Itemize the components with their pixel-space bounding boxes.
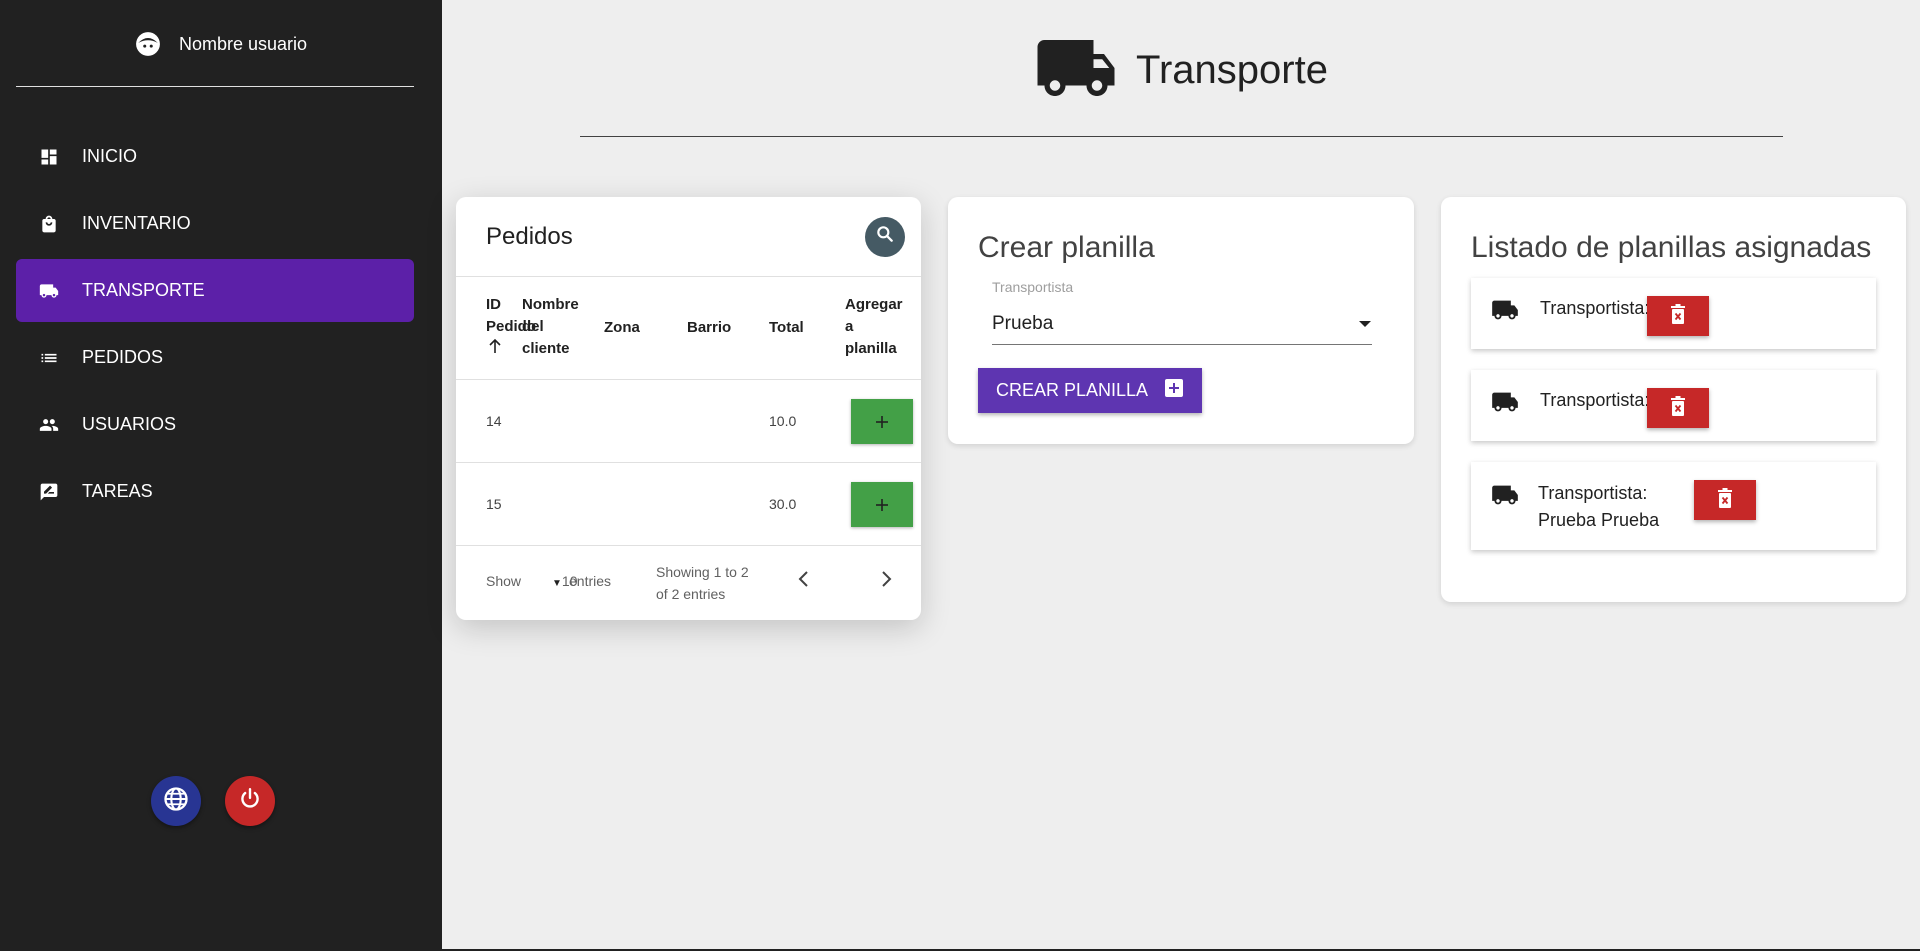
planilla-label: Transportista: xyxy=(1540,298,1650,318)
previous-page-button[interactable] xyxy=(798,570,810,591)
add-to-planilla-button[interactable] xyxy=(851,399,913,444)
crear-planilla-button-label: CREAR PLANILLA xyxy=(995,380,1149,400)
shopping-bag-icon xyxy=(38,213,60,235)
sidebar-item-tareas[interactable]: TAREAS xyxy=(16,460,414,523)
logout-button[interactable] xyxy=(225,776,275,826)
face-icon xyxy=(135,31,161,57)
page-title: Transporte xyxy=(1136,47,1328,92)
table-row: 14 10.0 xyxy=(456,380,921,463)
table-row: 15 30.0 xyxy=(456,463,921,546)
transportista-label: Transportista xyxy=(992,279,1074,295)
crear-planilla-button[interactable]: CREAR PLANILLA xyxy=(978,368,1202,413)
caret-down-icon xyxy=(1358,313,1372,335)
column-zona[interactable]: Zona xyxy=(604,317,640,339)
sidebar-item-label: PEDIDOS xyxy=(82,347,164,367)
add-box-icon xyxy=(1164,378,1184,403)
trash-icon xyxy=(1670,303,1686,329)
plus-icon xyxy=(875,492,889,518)
next-page-button[interactable] xyxy=(880,570,892,591)
truck-icon xyxy=(1491,484,1519,511)
delete-planilla-button[interactable] xyxy=(1647,296,1709,336)
search-button[interactable] xyxy=(865,216,905,257)
search-icon xyxy=(875,224,895,249)
crear-planilla-card: Crear planilla Transportista Prueba CREA… xyxy=(948,197,1414,444)
truck-icon xyxy=(1491,391,1519,418)
show-label: Show xyxy=(486,573,522,589)
trash-icon xyxy=(1670,395,1686,421)
users-icon xyxy=(38,414,60,436)
sidebar-item-label: TRANSPORTE xyxy=(82,280,205,300)
column-agregar[interactable]: Agregar a planilla xyxy=(845,294,903,360)
caret-down-icon: ▼ xyxy=(552,578,562,589)
planilla-item: Transportista: xyxy=(1471,370,1876,441)
pedidos-card: Pedidos ID Pedido Nombre del cliente Zon… xyxy=(456,197,921,620)
pedidos-title: Pedidos xyxy=(486,222,573,250)
delete-planilla-button[interactable] xyxy=(1694,480,1756,520)
sidebar-item-label: INVENTARIO xyxy=(82,213,191,233)
sidebar-item-label: USUARIOS xyxy=(82,414,177,434)
list-icon xyxy=(38,347,60,369)
globe-icon xyxy=(162,785,190,818)
chevron-right-icon xyxy=(880,571,892,591)
listado-title: Listado de planillas asignadas xyxy=(1471,231,1872,264)
chevron-left-icon xyxy=(798,571,810,591)
truck-icon xyxy=(38,280,60,302)
user-name: Nombre usuario xyxy=(178,33,308,54)
listado-planillas-card: Listado de planillas asignadas Transport… xyxy=(1441,197,1906,602)
transportista-select[interactable]: Prueba xyxy=(992,303,1372,345)
table-header: ID Pedido Nombre del cliente Zona Barrio… xyxy=(456,277,921,380)
planilla-label: Transportista: Prueba Prueba xyxy=(1538,483,1660,530)
pedidos-header: Pedidos xyxy=(456,197,921,277)
planilla-item: Transportista: Prueba Prueba xyxy=(1471,462,1876,550)
cell-total: 30.0 xyxy=(769,496,797,512)
dashboard-icon xyxy=(38,146,60,168)
crear-planilla-title: Crear planilla xyxy=(978,231,1155,264)
sidebar-item-inventario[interactable]: INVENTARIO xyxy=(16,192,414,255)
sidebar-footer xyxy=(151,776,275,826)
power-icon xyxy=(237,786,263,817)
language-button[interactable] xyxy=(151,776,201,826)
sidebar-item-usuarios[interactable]: USUARIOS xyxy=(16,393,414,456)
transportista-value: Prueba xyxy=(992,312,1054,334)
sidebar: Nombre usuario INICIO INVENTARIO TRANSPO… xyxy=(0,0,442,951)
add-to-planilla-button[interactable] xyxy=(851,482,913,527)
cell-id: 14 xyxy=(486,413,502,429)
task-icon xyxy=(38,481,60,503)
planilla-item: Transportista: xyxy=(1471,278,1876,349)
plus-icon xyxy=(875,409,889,435)
sidebar-divider xyxy=(16,86,414,87)
column-total[interactable]: Total xyxy=(769,317,804,339)
truck-icon xyxy=(1491,299,1519,326)
cell-id: 15 xyxy=(486,496,502,512)
column-barrio[interactable]: Barrio xyxy=(687,317,731,339)
table-footer: Show ▼10 entries Showing 1 to 2 of 2 ent… xyxy=(456,546,921,616)
sidebar-item-transporte[interactable]: TRANSPORTE xyxy=(16,259,414,322)
cell-total: 10.0 xyxy=(769,413,797,429)
entries-label: entries xyxy=(569,573,612,589)
sidebar-item-label: TAREAS xyxy=(82,481,153,501)
user-info: Nombre usuario xyxy=(0,24,442,64)
page-header: Transporte xyxy=(442,30,1920,110)
column-nombre-cliente[interactable]: Nombre del cliente xyxy=(522,294,579,360)
planilla-label: Transportista: xyxy=(1540,390,1650,410)
sidebar-nav: INICIO INVENTARIO TRANSPORTE PEDIDOS USU… xyxy=(16,125,414,527)
header-divider xyxy=(580,136,1783,137)
sidebar-item-inicio[interactable]: INICIO xyxy=(16,125,414,188)
sidebar-item-pedidos[interactable]: PEDIDOS xyxy=(16,326,414,389)
delete-planilla-button[interactable] xyxy=(1647,388,1709,428)
pagination-info: Showing 1 to 2 of 2 entries xyxy=(656,564,749,602)
trash-icon xyxy=(1717,487,1733,513)
truck-icon xyxy=(1034,36,1118,105)
sidebar-item-label: INICIO xyxy=(82,146,138,166)
